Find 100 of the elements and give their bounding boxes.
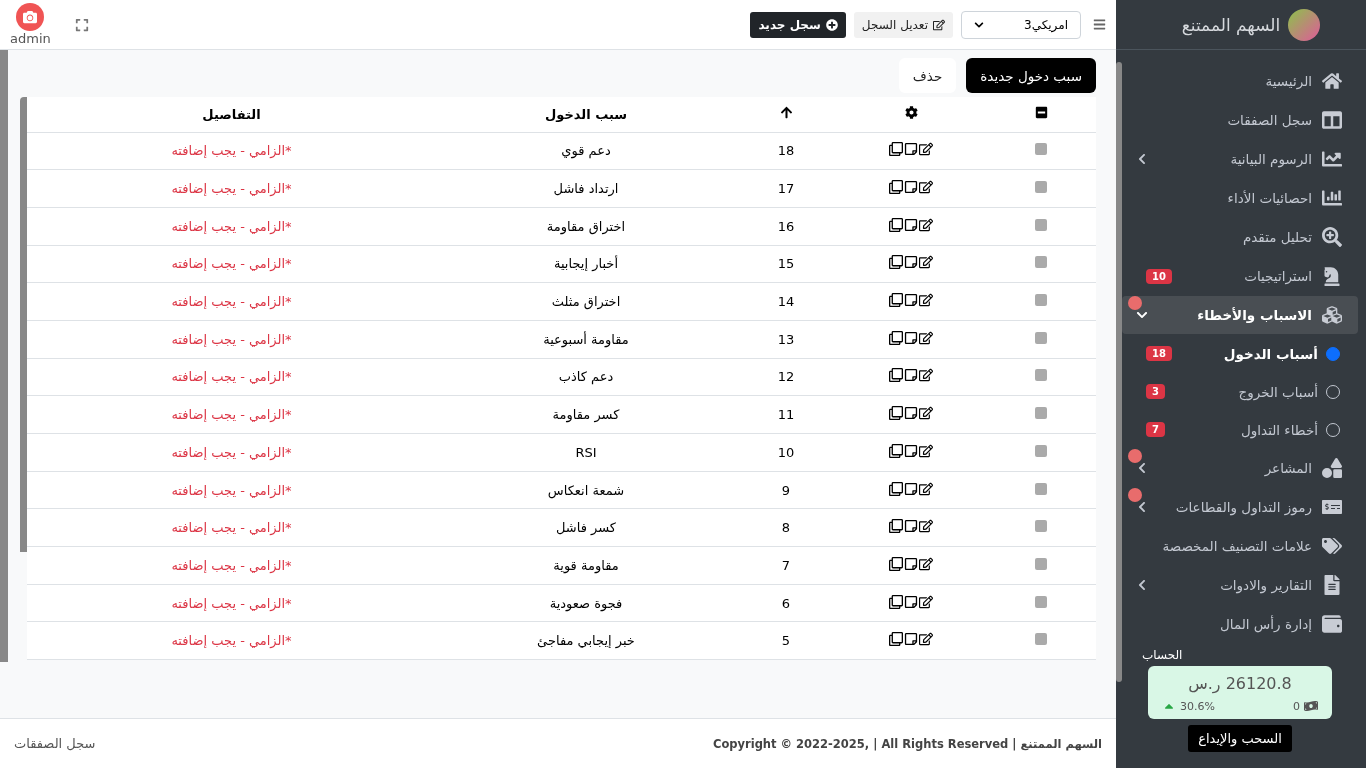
copy-icon[interactable] — [889, 368, 903, 383]
sidebar-item[interactable]: الرئيسية — [1122, 62, 1358, 100]
required-note: *الزامي - يجب إضافته — [171, 444, 292, 460]
fullscreen-icon[interactable] — [74, 17, 89, 32]
edit-icon[interactable] — [919, 217, 933, 232]
sidebar-item[interactable]: الاسباب والأخطاء — [1122, 296, 1358, 334]
edit-icon — [933, 18, 945, 31]
row-checkbox[interactable] — [1035, 444, 1047, 457]
withdraw-deposit-button[interactable]: السحب والإيداع — [1188, 725, 1292, 752]
note-icon[interactable] — [904, 481, 918, 496]
row-checkbox[interactable] — [1035, 294, 1047, 307]
columns-icon — [1320, 110, 1344, 130]
row-checkbox[interactable] — [1035, 331, 1047, 344]
sidebar-item[interactable]: رموز التداول والقطاعات — [1122, 488, 1358, 526]
copy-icon[interactable] — [889, 142, 903, 157]
copy-icon[interactable] — [889, 556, 903, 571]
note-icon[interactable] — [904, 443, 918, 458]
edit-icon[interactable] — [919, 594, 933, 609]
chevron-icon — [974, 19, 984, 30]
avatar[interactable] — [16, 3, 45, 31]
row-checkbox[interactable] — [1035, 482, 1047, 495]
wallet-icon — [1320, 614, 1344, 634]
note-icon[interactable] — [904, 594, 918, 609]
change-percent: 30.6% — [1180, 699, 1215, 713]
table-cell: مقاومة قوية — [436, 546, 736, 585]
row-checkbox[interactable] — [1035, 407, 1047, 420]
edit-icon[interactable] — [919, 368, 933, 383]
dollar-card-icon — [1320, 497, 1344, 517]
edit-icon[interactable] — [919, 481, 933, 496]
copy-icon[interactable] — [889, 443, 903, 458]
edit-record-button[interactable]: تعديل السجل — [853, 11, 953, 38]
note-icon[interactable] — [904, 519, 918, 534]
note-icon[interactable] — [904, 293, 918, 308]
row-checkbox[interactable] — [1035, 557, 1047, 570]
count-badge: 3 — [1146, 384, 1165, 399]
note-icon[interactable] — [904, 556, 918, 571]
sidebar-item[interactable]: احصائيات الأداء — [1122, 179, 1358, 217]
note-icon[interactable] — [904, 632, 918, 647]
delete-button[interactable]: حذف — [898, 58, 957, 93]
row-checkbox[interactable] — [1035, 595, 1047, 608]
note-icon[interactable] — [904, 330, 918, 345]
edit-icon[interactable] — [919, 293, 933, 308]
note-icon[interactable] — [904, 368, 918, 383]
sidebar-item[interactable]: التقارير والادوات — [1122, 566, 1358, 604]
row-checkbox[interactable] — [1035, 143, 1047, 156]
copy-icon[interactable] — [889, 255, 903, 270]
row-checkbox[interactable] — [1035, 520, 1047, 533]
add-button[interactable]: سبب دخول جديدة — [966, 58, 1096, 93]
copy-icon[interactable] — [889, 519, 903, 534]
edit-icon[interactable] — [919, 180, 933, 195]
user-name: admin — [10, 31, 51, 46]
edit-icon[interactable] — [919, 519, 933, 534]
table-cell: 7 — [736, 546, 836, 585]
sidebar-item[interactable]: تحليل متقدم — [1122, 218, 1358, 256]
note-icon[interactable] — [904, 217, 918, 232]
row-checkbox[interactable] — [1035, 369, 1047, 382]
table-cell: 10 — [736, 433, 836, 472]
table-cell: 6 — [736, 584, 836, 622]
sidebar-item[interactable]: الرسوم البيانية — [1122, 140, 1358, 178]
edit-icon[interactable] — [919, 632, 933, 647]
edit-icon[interactable] — [919, 142, 933, 157]
row-checkbox[interactable] — [1035, 181, 1047, 194]
row-checkbox[interactable] — [1035, 633, 1047, 646]
select-all-checkbox[interactable] — [1034, 106, 1048, 120]
row-checkbox[interactable] — [1035, 256, 1047, 269]
scrollbar[interactable] — [0, 50, 8, 662]
table-cell: اختراق مثلث — [436, 282, 736, 321]
note-icon[interactable] — [904, 406, 918, 421]
edit-icon[interactable] — [919, 443, 933, 458]
note-icon[interactable] — [904, 255, 918, 270]
scrollbar[interactable] — [20, 97, 27, 552]
balance: 26120.8 ر.س — [1187, 674, 1293, 693]
cash-count: 0 — [1293, 699, 1300, 713]
account-select[interactable]: امريكي3 — [961, 10, 1081, 39]
copy-icon[interactable] — [889, 632, 903, 647]
scrollbar[interactable] — [1116, 62, 1122, 682]
copy-icon[interactable] — [889, 406, 903, 421]
sidebar-item[interactable]: المشاعر — [1122, 449, 1358, 487]
sidebar-item[interactable]: علامات التصنيف المخصصة — [1122, 527, 1358, 565]
row-checkbox[interactable] — [1035, 218, 1047, 231]
sidebar-item[interactable]: سجل الصفقات — [1122, 101, 1358, 139]
edit-icon[interactable] — [919, 255, 933, 270]
required-note: *الزامي - يجب إضافته — [171, 256, 292, 272]
copy-icon[interactable] — [889, 293, 903, 308]
edit-icon[interactable] — [919, 556, 933, 571]
note-icon[interactable] — [904, 180, 918, 195]
copy-icon[interactable] — [889, 330, 903, 345]
sort-arrow-icon[interactable] — [779, 106, 793, 120]
breadcrumb: سجل الصفقات — [14, 736, 96, 751]
copy-icon[interactable] — [889, 217, 903, 232]
edit-icon[interactable] — [919, 330, 933, 345]
settings-icon[interactable] — [904, 106, 918, 120]
edit-icon[interactable] — [919, 406, 933, 421]
menu-icon[interactable] — [1093, 18, 1106, 31]
new-record-button[interactable]: سجل جديد — [750, 11, 846, 38]
copy-icon[interactable] — [889, 594, 903, 609]
copy-icon[interactable] — [889, 180, 903, 195]
note-icon[interactable] — [904, 142, 918, 157]
sidebar-item[interactable]: إدارة رأس المال — [1122, 605, 1358, 643]
copy-icon[interactable] — [889, 481, 903, 496]
